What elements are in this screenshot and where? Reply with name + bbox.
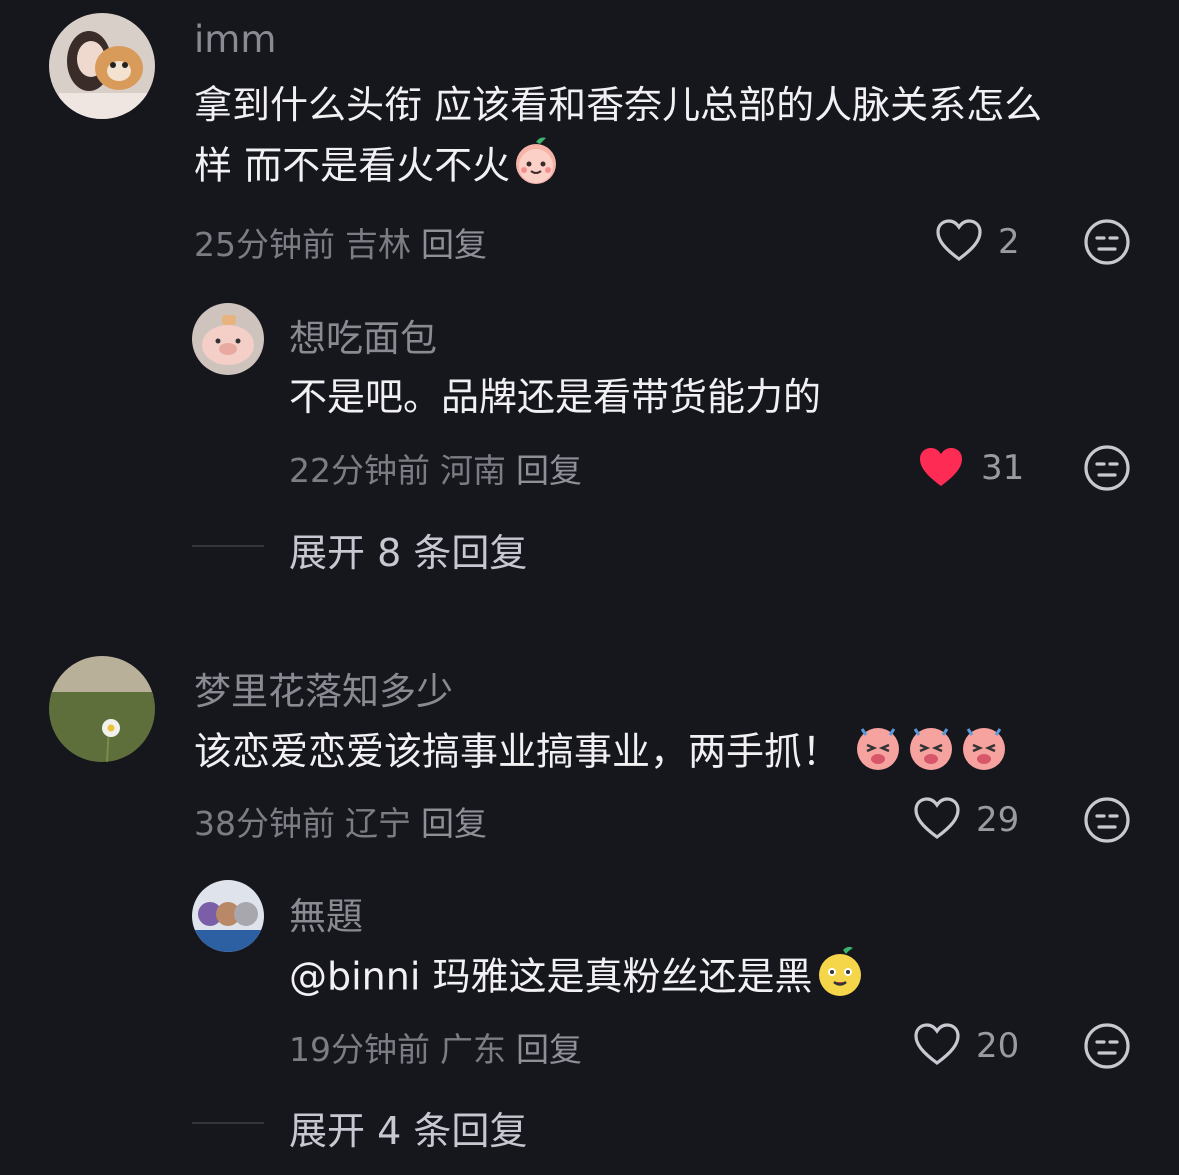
comment-location: 广东 [440, 1030, 506, 1069]
comment-meta: 25分钟前 吉林 回复 [194, 218, 497, 266]
dislike-face-icon[interactable] [1083, 218, 1131, 266]
comment-meta: 22分钟前 河南 回复 [289, 444, 592, 492]
laughing-pig-icon [852, 719, 1012, 789]
reply-button[interactable]: 回复 [421, 804, 487, 843]
reply-button[interactable]: 回复 [516, 451, 582, 490]
divider [192, 1122, 264, 1124]
avatar[interactable] [192, 303, 264, 375]
heart-outline-icon [914, 797, 960, 839]
comment-username[interactable]: 無題 [289, 886, 363, 940]
peach-smile-icon [510, 134, 562, 202]
comment-username[interactable]: 想吃面包 [289, 308, 437, 362]
dislike-face-icon[interactable] [1083, 796, 1131, 844]
comment-username[interactable]: imm [194, 18, 276, 61]
comment-time: 38分钟前 [194, 804, 335, 843]
avatar[interactable] [192, 880, 264, 952]
like-button[interactable] [916, 444, 966, 492]
comment-time: 22分钟前 [289, 451, 430, 490]
comment-text: 不是吧。品牌还是看带货能力的 [289, 375, 822, 419]
expand-replies-button[interactable]: 展开 8 条回复 [289, 522, 527, 577]
reply-button[interactable]: 回复 [516, 1030, 582, 1069]
like-count: 2 [998, 222, 1020, 262]
dislike-face-icon[interactable] [1083, 1022, 1131, 1070]
comment-text: @binni 玛雅这是真粉丝还是黑 [289, 944, 867, 1014]
heart-outline-icon [914, 1023, 960, 1065]
comment-text: 该恋爱恋爱该搞事业搞事业，两手抓！ [194, 719, 1012, 789]
comment-location: 河南 [440, 451, 506, 490]
comment-username[interactable]: 梦里花落知多少 [194, 661, 453, 715]
like-count: 31 [981, 448, 1025, 488]
like-button[interactable] [912, 1021, 962, 1069]
like-count: 29 [976, 800, 1020, 840]
yellow-face-icon [813, 944, 867, 1014]
reply-button[interactable]: 回复 [421, 225, 487, 264]
heart-filled-icon [920, 448, 962, 486]
comment-location: 辽宁 [345, 804, 411, 843]
expand-replies-button[interactable]: 展开 4 条回复 [289, 1100, 527, 1155]
divider [192, 545, 264, 547]
avatar[interactable] [49, 656, 155, 762]
comment-text: 拿到什么头衔 应该看和香奈儿总部的人脉关系怎么 样 而不是看火不火 [194, 76, 1144, 202]
comment-location: 吉林 [345, 225, 411, 264]
comment-meta: 38分钟前 辽宁 回复 [194, 797, 497, 845]
like-count: 20 [976, 1026, 1020, 1066]
heart-outline-icon [936, 219, 982, 261]
like-button[interactable] [912, 795, 962, 843]
dislike-face-icon[interactable] [1083, 444, 1131, 492]
comment-time: 19分钟前 [289, 1030, 430, 1069]
avatar[interactable] [49, 13, 155, 119]
like-button[interactable] [934, 217, 984, 265]
comment-time: 25分钟前 [194, 225, 335, 264]
comment-meta: 19分钟前 广东 回复 [289, 1023, 592, 1071]
